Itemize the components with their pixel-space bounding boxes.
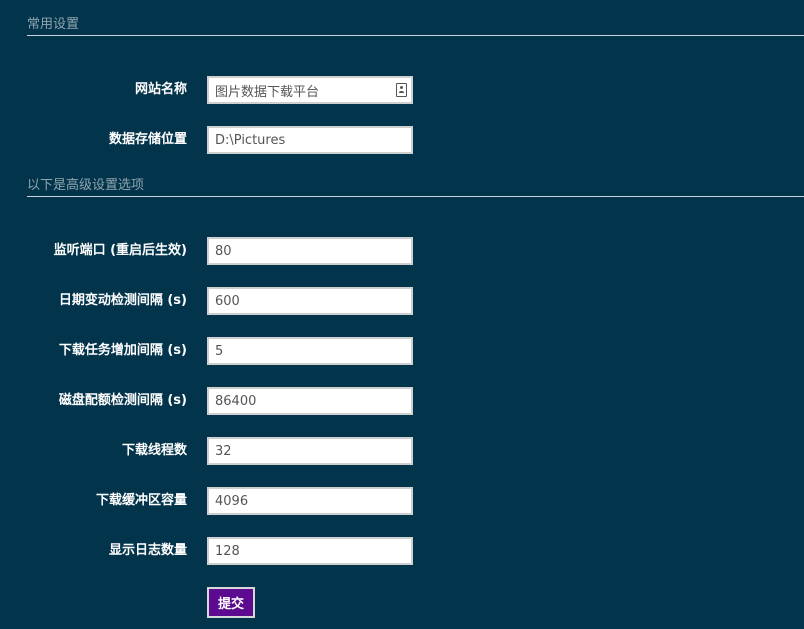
listen-port-field <box>207 237 413 265</box>
listen-port-input[interactable] <box>209 239 411 263</box>
section-header-advanced: 以下是高级设置选项 <box>27 178 804 197</box>
task-add-interval-label: 下载任务增加间隔 (s) <box>58 343 187 358</box>
section-header-common: 常用设置 <box>27 17 804 36</box>
submit-button[interactable]: 提交 <box>207 587 255 618</box>
form-row-site-name: 网站名称 <box>0 76 804 104</box>
log-count-field <box>207 537 413 565</box>
date-check-interval-input[interactable] <box>209 289 411 313</box>
log-count-input[interactable] <box>209 539 411 563</box>
buffer-size-label: 下载缓冲区容量 <box>95 493 187 508</box>
task-add-interval-field <box>207 337 413 365</box>
form-row-date-check-interval: 日期变动检测间隔 (s) <box>0 287 804 315</box>
log-count-label: 显示日志数量 <box>108 543 187 558</box>
form-row-storage-path: 数据存储位置 <box>0 126 804 154</box>
disk-quota-interval-label: 磁盘配额检测间隔 (s) <box>58 393 187 408</box>
download-threads-input[interactable] <box>209 439 411 463</box>
task-add-interval-input[interactable] <box>209 339 411 363</box>
form-row-listen-port: 监听端口 (重启后生效) <box>0 237 804 265</box>
form-row-download-threads: 下载线程数 <box>0 437 804 465</box>
site-name-field <box>207 76 413 104</box>
storage-path-label: 数据存储位置 <box>108 132 187 147</box>
listen-port-label: 监听端口 (重启后生效) <box>53 243 187 258</box>
contact-card-icon[interactable] <box>396 83 407 97</box>
date-check-interval-label: 日期变动检测间隔 (s) <box>58 293 187 308</box>
form-row-task-add-interval: 下载任务增加间隔 (s) <box>0 337 804 365</box>
download-threads-field <box>207 437 413 465</box>
date-check-interval-field <box>207 287 413 315</box>
form-row-disk-quota-interval: 磁盘配额检测间隔 (s) <box>0 387 804 415</box>
storage-path-input[interactable] <box>209 128 411 152</box>
download-threads-label: 下载线程数 <box>121 443 187 458</box>
form-row-log-count: 显示日志数量 <box>0 537 804 565</box>
buffer-size-input[interactable] <box>209 489 411 513</box>
site-name-label: 网站名称 <box>134 82 187 97</box>
site-name-input[interactable] <box>209 78 411 102</box>
buffer-size-field <box>207 487 413 515</box>
storage-path-field <box>207 126 413 154</box>
form-row-buffer-size: 下载缓冲区容量 <box>0 487 804 515</box>
disk-quota-interval-input[interactable] <box>209 389 411 413</box>
disk-quota-interval-field <box>207 387 413 415</box>
